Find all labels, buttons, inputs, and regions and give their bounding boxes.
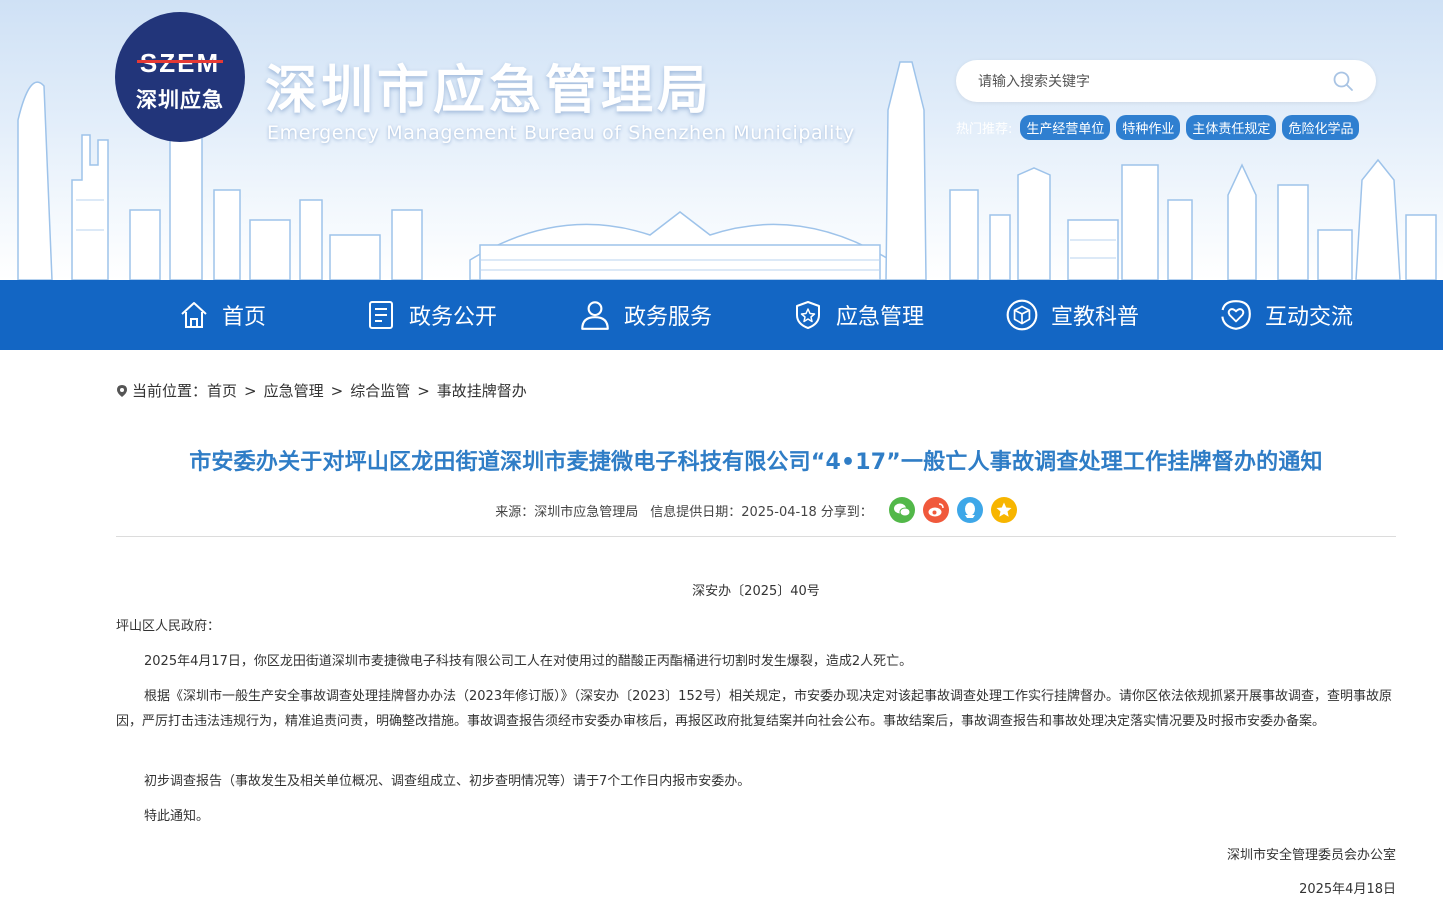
breadcrumb-emergency[interactable]: 应急管理 (264, 380, 324, 401)
hot-label: 热门推荐: (956, 121, 1013, 137)
logo-red-bar (137, 60, 223, 63)
hot-tag[interactable]: 特种作业 (1116, 114, 1181, 140)
paragraph: 初步调查报告（事故发生及相关单位概况、调查组成立、初步查明情况等）请于7个工作日… (144, 774, 751, 789)
article-title: 市安委办关于对坪山区龙田街道深圳市麦捷微电子科技有限公司“4•17”一般亡人事故… (189, 450, 1323, 475)
header-banner: SZEM 深圳应急 深圳市应急管理局 Emergency Management … (0, 0, 1443, 280)
breadcrumb: 当前位置： 首页 > 应急管理 > 综合监管 > 事故挂牌督办 (116, 380, 527, 401)
nav-label: 首页 (222, 305, 267, 330)
nav-label: 互动交流 (1265, 305, 1354, 330)
paragraph: 2025年4月17日，你区龙田街道深圳市麦捷微电子科技有限公司工人在对使用过的醋… (144, 654, 913, 669)
signature: 深圳市安全管理委员会办公室 (1226, 848, 1396, 863)
weibo-icon[interactable] (922, 497, 949, 523)
sign-date: 2025年4月18日 (1299, 882, 1396, 897)
search-box (956, 60, 1376, 102)
hot-tag[interactable]: 主体责任规定 (1186, 114, 1277, 140)
search-input[interactable] (976, 70, 1330, 94)
divider (116, 536, 1396, 537)
qzone-icon[interactable] (990, 497, 1017, 523)
nav-item-home[interactable]: 首页 (178, 280, 266, 350)
share-label: 分享到： (820, 504, 873, 520)
hot-recommendations: 热门推荐: 生产经营单位 特种作业 主体责任规定 危险化学品 (956, 114, 1365, 140)
article-source: 来源：深圳市应急管理局 (495, 504, 639, 520)
article-date: 信息提供日期：2025-04-18 (650, 504, 817, 520)
user-icon (581, 301, 609, 330)
breadcrumb-supervision[interactable]: 综合监管 (350, 380, 410, 401)
nav-label: 应急管理 (836, 305, 925, 330)
logo-subtext: 深圳应急 (136, 88, 224, 112)
breadcrumb-separator: > (417, 381, 430, 400)
breadcrumb-current[interactable]: 事故挂牌督办 (437, 380, 527, 401)
nav-label: 政务公开 (409, 305, 498, 330)
cube-icon (1006, 299, 1038, 331)
document-icon (369, 301, 393, 329)
nav-item-gov-services[interactable]: 政务服务 (578, 280, 712, 350)
qq-icon[interactable] (956, 497, 983, 523)
hot-tag[interactable]: 危险化学品 (1282, 114, 1360, 140)
nav-item-interaction[interactable]: 互动交流 (1219, 280, 1353, 350)
nav-label: 政务服务 (624, 305, 713, 330)
article-meta: 来源：深圳市应急管理局 信息提供日期：2025-04-18 分享到： (116, 496, 1396, 524)
breadcrumb-separator: > (330, 381, 344, 400)
logo-mark: SZEM (139, 48, 221, 78)
heart-chat-icon (1221, 300, 1251, 330)
nav-item-gov-affairs[interactable]: 政务公开 (365, 280, 497, 350)
paragraph: 特此通知。 (144, 809, 210, 824)
breadcrumb-prefix: 当前位置： (132, 382, 208, 400)
site-logo[interactable]: SZEM 深圳应急 (115, 12, 245, 142)
search-icon[interactable] (1332, 70, 1354, 92)
breadcrumb-home[interactable]: 首页 (207, 380, 237, 401)
nav-item-education[interactable]: 宣教科普 (1005, 280, 1139, 350)
nav-label: 宣教科普 (1051, 305, 1140, 330)
wechat-icon[interactable] (888, 497, 915, 523)
paragraph: 根据《深圳市一般生产安全事故调查处理挂牌督办办法（2023年修订版）》（深安办〔… (116, 689, 1392, 729)
hot-tag[interactable]: 生产经营单位 (1020, 114, 1111, 140)
home-icon (181, 302, 207, 328)
document-number: 深安办〔2025〕40号 (692, 584, 820, 599)
location-pin-icon (117, 384, 127, 397)
shield-star-icon (796, 301, 820, 329)
site-subtitle: Emergency Management Bureau of Shenzhen … (267, 122, 855, 144)
recipient: 坪山区人民政府： (116, 619, 221, 634)
site-title: 深圳市应急管理局 (265, 61, 714, 121)
main-nav: 首页 政务公开 政务服务 应急管理 宣教科普 互动交流 (0, 280, 1443, 350)
breadcrumb-separator: > (244, 381, 257, 400)
nav-item-emergency[interactable]: 应急管理 (792, 280, 924, 350)
